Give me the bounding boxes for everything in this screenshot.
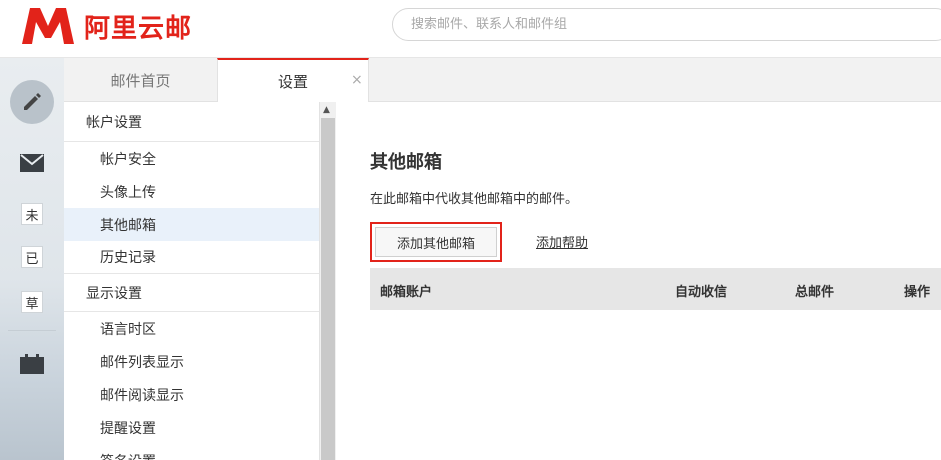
nav-item-history[interactable]: 历史记录 <box>64 241 319 274</box>
column-header-auto-fetch: 自动收信 <box>675 285 728 300</box>
search-box[interactable] <box>392 8 941 41</box>
tab-settings-label: 设置 <box>277 73 308 91</box>
tab-settings[interactable]: 设置 <box>217 58 369 103</box>
read-button[interactable]: 已 <box>21 246 43 268</box>
add-other-mailbox-button-highlight: 添加其他邮箱 <box>370 222 502 262</box>
brand-name: 阿里云邮 <box>84 13 193 44</box>
column-header-actions: 操作 <box>904 285 931 300</box>
mailbox-table-header: 邮箱账户 自动收信 总邮件 操作 <box>370 268 941 310</box>
nav-item-other-mailbox[interactable]: 其他邮箱 <box>64 208 319 241</box>
nav-item-account-security[interactable]: 帐户安全 <box>64 142 319 175</box>
nav-section-title: 帐户设置 <box>86 114 142 131</box>
left-rail: 未 已 草 <box>0 58 64 460</box>
nav-item-mail-read-display[interactable]: 邮件阅读显示 <box>64 378 319 411</box>
logo[interactable]: 阿里云邮 <box>20 6 192 46</box>
page-description: 在此邮箱中代收其他邮箱中的邮件。 <box>370 192 579 207</box>
tab-bar: 邮件首页 设置 × <box>64 58 941 103</box>
nav-item-label: 提醒设置 <box>100 420 156 437</box>
column-header-account: 邮箱账户 <box>380 285 433 300</box>
drafts-button[interactable]: 草 <box>21 291 43 313</box>
add-other-mailbox-button[interactable]: 添加其他邮箱 <box>375 227 497 257</box>
top-header: 阿里云邮 <box>0 0 941 58</box>
settings-nav: 帐户设置 帐户安全 头像上传 其他邮箱 历史记录 显示设置 语言时区 邮件列表显… <box>64 102 320 460</box>
nav-item-label: 帐户安全 <box>100 151 156 168</box>
tab-mail-home-label: 邮件首页 <box>110 71 171 90</box>
rail-divider <box>8 330 56 331</box>
nav-item-label: 头像上传 <box>100 184 156 201</box>
search-input[interactable] <box>393 9 941 40</box>
nav-item-label: 其他邮箱 <box>100 217 156 234</box>
page-title: 其他邮箱 <box>370 152 442 173</box>
add-other-mailbox-label: 添加其他邮箱 <box>396 236 475 252</box>
column-header-total-mail: 总邮件 <box>795 285 835 300</box>
nav-item-label: 邮件阅读显示 <box>100 387 184 404</box>
inbox-button[interactable] <box>20 154 44 172</box>
nav-section-display: 显示设置 <box>64 274 319 312</box>
close-icon[interactable]: × <box>351 72 363 88</box>
nav-item-label: 历史记录 <box>100 250 156 266</box>
nav-scrollbar[interactable]: ▲ <box>320 102 336 460</box>
nav-item-label: 签名设置 <box>100 451 156 460</box>
nav-item-avatar-upload[interactable]: 头像上传 <box>64 175 319 208</box>
scrollbar-thumb[interactable] <box>321 118 335 460</box>
unread-label: 未 <box>25 208 39 224</box>
pencil-icon <box>24 93 41 110</box>
nav-item-reminder-settings[interactable]: 提醒设置 <box>64 411 319 444</box>
calendar-icon <box>20 354 44 374</box>
nav-section-account: 帐户设置 <box>64 102 319 142</box>
scroll-up-icon[interactable]: ▲ <box>323 105 330 115</box>
read-label: 已 <box>25 251 39 267</box>
main-content: 其他邮箱 在此邮箱中代收其他邮箱中的邮件。 添加其他邮箱 添加帮助 邮箱账户 自… <box>336 102 941 460</box>
envelope-icon <box>20 154 44 172</box>
drafts-label: 草 <box>25 296 39 312</box>
nav-item-signature-settings[interactable]: 签名设置 <box>64 444 319 460</box>
nav-item-language-timezone[interactable]: 语言时区 <box>64 312 319 345</box>
unread-button[interactable]: 未 <box>21 203 43 225</box>
tab-mail-home[interactable]: 邮件首页 <box>64 58 217 102</box>
nav-item-mail-list-display[interactable]: 邮件列表显示 <box>64 345 319 378</box>
logo-m-icon <box>22 8 74 44</box>
nav-section-title: 显示设置 <box>86 285 142 302</box>
nav-item-label: 邮件列表显示 <box>100 354 184 371</box>
add-help-link[interactable]: 添加帮助 <box>536 232 588 251</box>
compose-button[interactable] <box>10 80 54 124</box>
calendar-button[interactable] <box>20 354 44 374</box>
nav-item-label: 语言时区 <box>100 321 156 338</box>
